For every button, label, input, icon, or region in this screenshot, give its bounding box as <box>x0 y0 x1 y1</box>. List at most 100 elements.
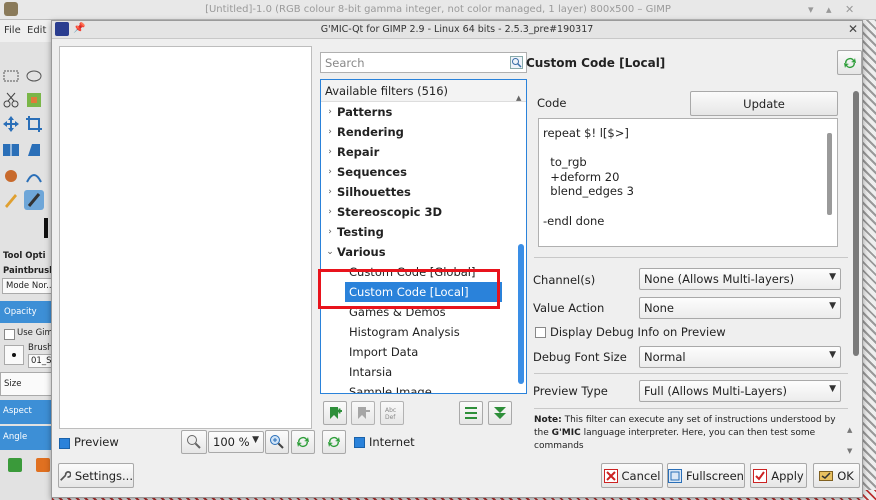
tree-category[interactable]: › Stereoscopic 3D <box>321 202 511 222</box>
remove-favorite-button[interactable] <box>351 401 375 425</box>
flip-icon[interactable] <box>1 140 21 160</box>
internet-checkbox[interactable] <box>354 437 365 448</box>
value-action-combo[interactable]: None ▼ <box>639 297 841 319</box>
menu-file[interactable]: File <box>4 25 21 36</box>
params-scrollbar[interactable] <box>853 91 859 356</box>
zoom-out-button[interactable] <box>181 430 207 454</box>
search-field[interactable] <box>320 52 527 73</box>
zoom-in-icon <box>270 435 284 449</box>
rect-select-icon[interactable] <box>1 66 21 86</box>
debug-font-combo[interactable]: Normal ▼ <box>639 346 841 368</box>
close-icon[interactable]: ✕ <box>845 3 854 16</box>
tree-filter-item[interactable]: Import Data <box>321 342 511 362</box>
chevron-right-icon[interactable]: › <box>323 147 337 157</box>
chevron-down-icon: ▼ <box>829 384 836 394</box>
tree-scrollbar-thumb[interactable] <box>518 244 524 384</box>
tree-scrollbar[interactable]: ▲ <box>516 94 524 392</box>
tree-category[interactable]: › Repair <box>321 142 511 162</box>
filters-header[interactable]: Available filters (516) <box>321 80 526 102</box>
chevron-down-icon: ▼ <box>829 272 836 282</box>
chevron-right-icon[interactable]: › <box>323 107 337 117</box>
chevron-right-icon[interactable]: › <box>323 127 337 137</box>
filter-visibility-button[interactable] <box>459 401 483 425</box>
filter-name: Custom Code [Local] <box>526 56 666 70</box>
code-scrollbar[interactable] <box>827 133 832 215</box>
tree-category[interactable]: › Rendering <box>321 122 511 142</box>
search-icon[interactable] <box>510 56 523 69</box>
zoom-reset-button[interactable] <box>291 430 315 454</box>
reset-params-button[interactable] <box>837 50 862 75</box>
fg-color-swatch[interactable] <box>44 218 48 238</box>
gradient-icon[interactable] <box>24 166 44 186</box>
preview-checkbox[interactable] <box>59 438 70 449</box>
rename-favorite-icon: AbcDef <box>385 407 396 421</box>
move-icon[interactable] <box>1 114 21 134</box>
cancel-button[interactable]: Cancel <box>601 463 663 488</box>
dialog-close-icon[interactable]: ✕ <box>848 22 858 36</box>
brush-preview[interactable] <box>4 345 24 365</box>
paintbrush-icon[interactable] <box>24 190 44 210</box>
tree-category[interactable]: › Patterns <box>321 102 511 122</box>
tree-item-label: Sequences <box>337 165 407 179</box>
minimize-icon[interactable]: ▾ <box>808 3 814 16</box>
restore-icon[interactable] <box>36 458 50 472</box>
chevron-down-icon: ▼ <box>252 435 259 445</box>
search-input[interactable] <box>321 53 506 72</box>
warp-icon[interactable] <box>1 166 21 186</box>
zoom-in-button[interactable] <box>265 430 289 454</box>
chevron-right-icon[interactable]: › <box>323 167 337 177</box>
angle-slider[interactable]: Angle <box>0 426 51 450</box>
gmic-titlebar: 📌 G'MIC-Qt for GIMP 2.9 - Linux 64 bits … <box>52 21 862 39</box>
aspect-slider[interactable]: Aspect <box>0 400 51 424</box>
scissors-icon[interactable] <box>1 90 21 110</box>
use-gimp-checkbox[interactable] <box>4 329 15 340</box>
debug-checkbox[interactable] <box>535 327 546 338</box>
chevron-down-icon[interactable]: ⌄ <box>323 247 337 257</box>
add-favorite-button[interactable] <box>323 401 347 425</box>
preview-area[interactable] <box>59 46 312 429</box>
filter-tree: Available filters (516) › Patterns › Render… <box>320 79 527 394</box>
crop-icon[interactable] <box>24 114 44 134</box>
update-button[interactable]: Update <box>690 91 838 116</box>
size-slider[interactable]: Size <box>0 372 51 396</box>
chevron-right-icon[interactable]: › <box>323 207 337 217</box>
perspective-icon[interactable] <box>24 140 44 160</box>
ellipse-select-icon[interactable] <box>24 66 44 86</box>
mode-combo[interactable]: Mode Nor... <box>2 278 51 294</box>
tree-filter-item[interactable]: Sample Image <box>321 382 511 393</box>
preview-label: Preview <box>74 435 119 449</box>
brush-name-field[interactable]: 01_S <box>28 354 51 368</box>
opacity-slider[interactable]: Opacity <box>0 301 51 323</box>
channels-combo[interactable]: None (Allows Multi-layers) ▼ <box>639 268 841 290</box>
rename-favorite-button[interactable]: Abc Def <box>380 401 404 425</box>
apply-button[interactable]: Apply <box>750 463 807 488</box>
maximize-icon[interactable]: ▴ <box>826 3 832 16</box>
chevron-right-icon[interactable]: › <box>323 187 337 197</box>
settings-button[interactable]: Settings... <box>58 463 134 488</box>
menu-edit[interactable]: Edit <box>27 25 46 36</box>
code-editor[interactable]: repeat $! l[$>] to_rgb +deform 20 blend_… <box>538 118 838 247</box>
zoom-combo[interactable]: 100 % ▼ <box>208 431 264 453</box>
tree-item-label: Testing <box>337 225 384 239</box>
preview-type-combo[interactable]: Full (Allows Multi-Layers) ▼ <box>639 380 841 402</box>
wrench-icon <box>60 470 71 481</box>
ok-icon <box>819 470 834 481</box>
export-icon[interactable] <box>8 458 22 472</box>
tool-options-tab[interactable]: Tool Opti <box>3 251 46 261</box>
refresh-button[interactable] <box>322 430 346 454</box>
expand-all-button[interactable] <box>488 401 512 425</box>
scroll-down-icon[interactable]: ▼ <box>847 447 852 455</box>
tree-category[interactable]: ⌄ Various <box>321 242 511 262</box>
tree-filter-item[interactable]: Intarsia <box>321 362 511 382</box>
foreground-select-icon[interactable] <box>24 90 44 110</box>
fullscreen-button[interactable]: Fullscreen <box>667 463 745 488</box>
chevron-right-icon[interactable]: › <box>323 227 337 237</box>
tool-name: Paintbrush <box>3 266 52 276</box>
tree-filter-item[interactable]: Histogram Analysis <box>321 322 511 342</box>
ok-button[interactable]: OK <box>813 463 860 488</box>
tree-category[interactable]: › Silhouettes <box>321 182 511 202</box>
scroll-up-icon[interactable]: ▲ <box>847 426 852 434</box>
pencil-icon[interactable] <box>1 190 21 210</box>
tree-category[interactable]: › Sequences <box>321 162 511 182</box>
tree-category[interactable]: › Testing <box>321 222 511 242</box>
